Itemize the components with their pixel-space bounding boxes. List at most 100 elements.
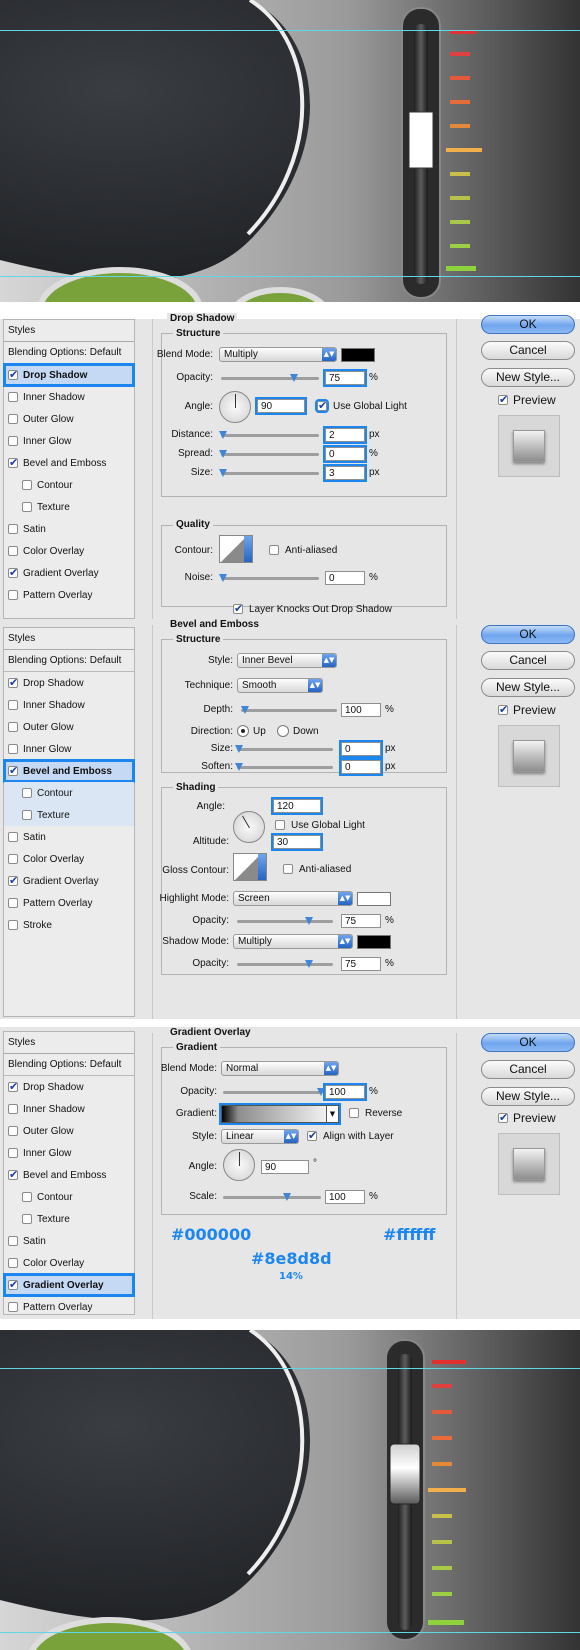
- shadow-color-swatch[interactable]: [341, 348, 375, 362]
- checkbox[interactable]: [8, 1258, 18, 1268]
- blending-options[interactable]: Blending Options: Default: [4, 342, 134, 364]
- style-item-bevel-emboss[interactable]: Bevel and Emboss: [4, 452, 134, 474]
- checkbox[interactable]: [8, 744, 18, 754]
- slider-knob[interactable]: [219, 574, 227, 582]
- checkbox[interactable]: [22, 1192, 32, 1202]
- angle-dial[interactable]: [223, 1149, 255, 1181]
- style-item-satin[interactable]: Satin: [4, 518, 134, 540]
- altitude-field[interactable]: 30: [271, 833, 323, 851]
- style-item-inner-shadow[interactable]: Inner Shadow: [4, 694, 134, 716]
- style-item-contour[interactable]: Contour: [4, 782, 134, 804]
- style-item-gradient-overlay[interactable]: Gradient Overlay: [4, 562, 134, 584]
- style-item-color-overlay[interactable]: Color Overlay: [4, 540, 134, 562]
- preview-toggle[interactable]: Preview: [498, 1111, 556, 1125]
- opacity-field[interactable]: 100: [323, 1083, 367, 1101]
- ok-button[interactable]: OK: [481, 625, 575, 644]
- scale-slider[interactable]: [223, 1196, 321, 1199]
- style-item-gradient-overlay[interactable]: Gradient Overlay: [4, 870, 134, 892]
- checkbox[interactable]: [8, 874, 18, 887]
- preview-checkbox[interactable]: [498, 703, 508, 716]
- slider-knob[interactable]: [283, 1193, 291, 1201]
- align-with-layer-checkbox[interactable]: [307, 1129, 317, 1142]
- highlight-color-swatch[interactable]: [357, 892, 391, 906]
- preview-checkbox[interactable]: [498, 1111, 508, 1124]
- highlight-mode-select[interactable]: Screen ▲▼: [233, 891, 353, 906]
- new-style-button[interactable]: New Style...: [481, 678, 575, 697]
- spread-field[interactable]: 0: [323, 445, 367, 463]
- slider-knob[interactable]: [219, 431, 227, 439]
- slider-knob[interactable]: [317, 1088, 325, 1096]
- checkbox[interactable]: [8, 436, 18, 446]
- style-item-bevel-emboss[interactable]: Bevel and Emboss: [3, 759, 135, 783]
- cancel-button[interactable]: Cancel: [481, 341, 575, 360]
- style-item-satin[interactable]: Satin: [4, 826, 134, 848]
- checkbox[interactable]: [8, 1104, 18, 1114]
- soften-slider[interactable]: [237, 766, 333, 769]
- size-slider[interactable]: [221, 472, 319, 475]
- checkbox[interactable]: [8, 1302, 18, 1312]
- checkbox[interactable]: [8, 920, 18, 930]
- angle-field[interactable]: 120: [271, 797, 323, 815]
- blend-mode-select[interactable]: Multiply ▲▼: [219, 347, 337, 362]
- checkbox[interactable]: [8, 764, 18, 777]
- bevel-style-select[interactable]: Inner Bevel ▲▼: [237, 653, 337, 668]
- checkbox[interactable]: [8, 566, 18, 579]
- soften-field[interactable]: 0: [339, 758, 383, 776]
- slider-knob[interactable]: [219, 450, 227, 458]
- new-style-button[interactable]: New Style...: [481, 368, 575, 387]
- style-item-outer-glow[interactable]: Outer Glow: [4, 716, 134, 738]
- cancel-button[interactable]: Cancel: [481, 1060, 575, 1079]
- use-global-light-checkbox[interactable]: [315, 399, 329, 413]
- style-item-texture[interactable]: Texture: [4, 1208, 134, 1230]
- opacity-slider[interactable]: [223, 1091, 321, 1094]
- size-field[interactable]: 3: [323, 464, 367, 482]
- shadow-opacity-field[interactable]: 75: [341, 957, 381, 971]
- checkbox[interactable]: [8, 722, 18, 732]
- use-global-light-checkbox[interactable]: [275, 820, 285, 830]
- checkbox[interactable]: [8, 676, 18, 689]
- depth-slider[interactable]: [241, 709, 337, 712]
- checkbox[interactable]: [8, 546, 18, 556]
- spread-slider[interactable]: [221, 453, 319, 456]
- angle-dial[interactable]: [219, 391, 251, 423]
- checkbox[interactable]: [8, 1278, 18, 1291]
- style-item-inner-glow[interactable]: Inner Glow: [4, 430, 134, 452]
- direction-down-radio[interactable]: [277, 725, 289, 737]
- angle-field[interactable]: 90: [261, 1160, 309, 1174]
- technique-select[interactable]: Smooth ▲▼: [237, 678, 323, 693]
- style-item-drop-shadow[interactable]: Drop Shadow: [4, 1076, 134, 1098]
- checkbox[interactable]: [8, 1236, 18, 1246]
- size-slider[interactable]: [237, 748, 333, 751]
- checkbox[interactable]: [8, 368, 18, 381]
- distance-field[interactable]: 2: [323, 426, 367, 444]
- noise-field[interactable]: 0: [325, 571, 365, 585]
- angle-field[interactable]: 90: [255, 397, 307, 415]
- blending-options[interactable]: Blending Options: Default: [4, 650, 134, 672]
- checkbox[interactable]: [8, 898, 18, 908]
- checkbox[interactable]: [22, 810, 32, 820]
- slider-knob[interactable]: [219, 469, 227, 477]
- anti-aliased-checkbox[interactable]: [269, 545, 279, 555]
- style-item-satin[interactable]: Satin: [4, 1230, 134, 1252]
- style-item-drop-shadow[interactable]: Drop Shadow: [3, 363, 135, 387]
- checkbox[interactable]: [8, 854, 18, 864]
- slider-knob[interactable]: [305, 960, 313, 968]
- depth-field[interactable]: 100: [341, 703, 381, 717]
- checkbox[interactable]: [22, 480, 32, 490]
- ok-button[interactable]: OK: [481, 315, 575, 334]
- checkbox[interactable]: [22, 502, 32, 512]
- contour-picker[interactable]: [219, 535, 253, 563]
- style-item-texture[interactable]: Texture: [4, 496, 134, 518]
- opacity-field[interactable]: 75: [323, 369, 367, 387]
- shadow-opacity-slider[interactable]: [237, 963, 333, 966]
- style-item-contour[interactable]: Contour: [4, 474, 134, 496]
- new-style-button[interactable]: New Style...: [481, 1087, 575, 1106]
- cancel-button[interactable]: Cancel: [481, 651, 575, 670]
- size-field[interactable]: 0: [339, 740, 383, 758]
- anti-aliased-checkbox[interactable]: [283, 864, 293, 874]
- checkbox[interactable]: [8, 524, 18, 534]
- style-item-inner-glow[interactable]: Inner Glow: [4, 1142, 134, 1164]
- style-item-drop-shadow[interactable]: Drop Shadow: [4, 672, 134, 694]
- shadow-mode-select[interactable]: Multiply ▲▼: [233, 934, 353, 949]
- knockout-checkbox[interactable]: [233, 602, 243, 615]
